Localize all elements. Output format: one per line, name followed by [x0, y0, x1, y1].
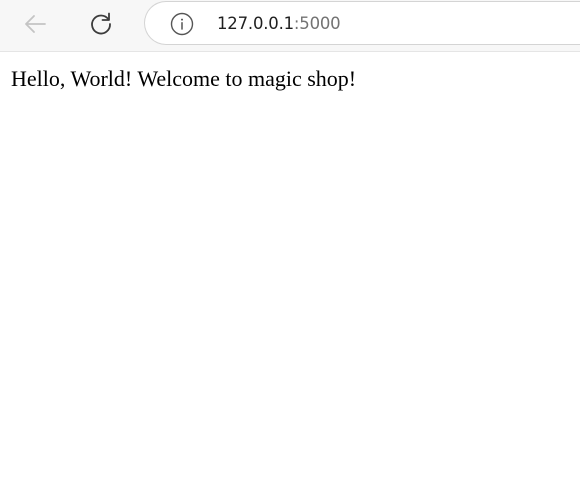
back-button[interactable]	[17, 8, 53, 40]
url-port: :5000	[293, 14, 341, 33]
info-circle-icon[interactable]	[170, 12, 194, 36]
arrow-left-icon	[25, 15, 46, 33]
page-body-text: Hello, World! Welcome to magic shop!	[11, 66, 357, 91]
browser-toolbar: 127.0.0.1:5000	[0, 0, 580, 52]
reload-icon	[91, 12, 111, 35]
url-host: 127.0.0.1	[217, 14, 294, 33]
address-bar[interactable]: 127.0.0.1:5000	[144, 1, 580, 45]
url-text[interactable]: 127.0.0.1:5000	[217, 14, 341, 34]
reload-button[interactable]	[83, 8, 119, 40]
